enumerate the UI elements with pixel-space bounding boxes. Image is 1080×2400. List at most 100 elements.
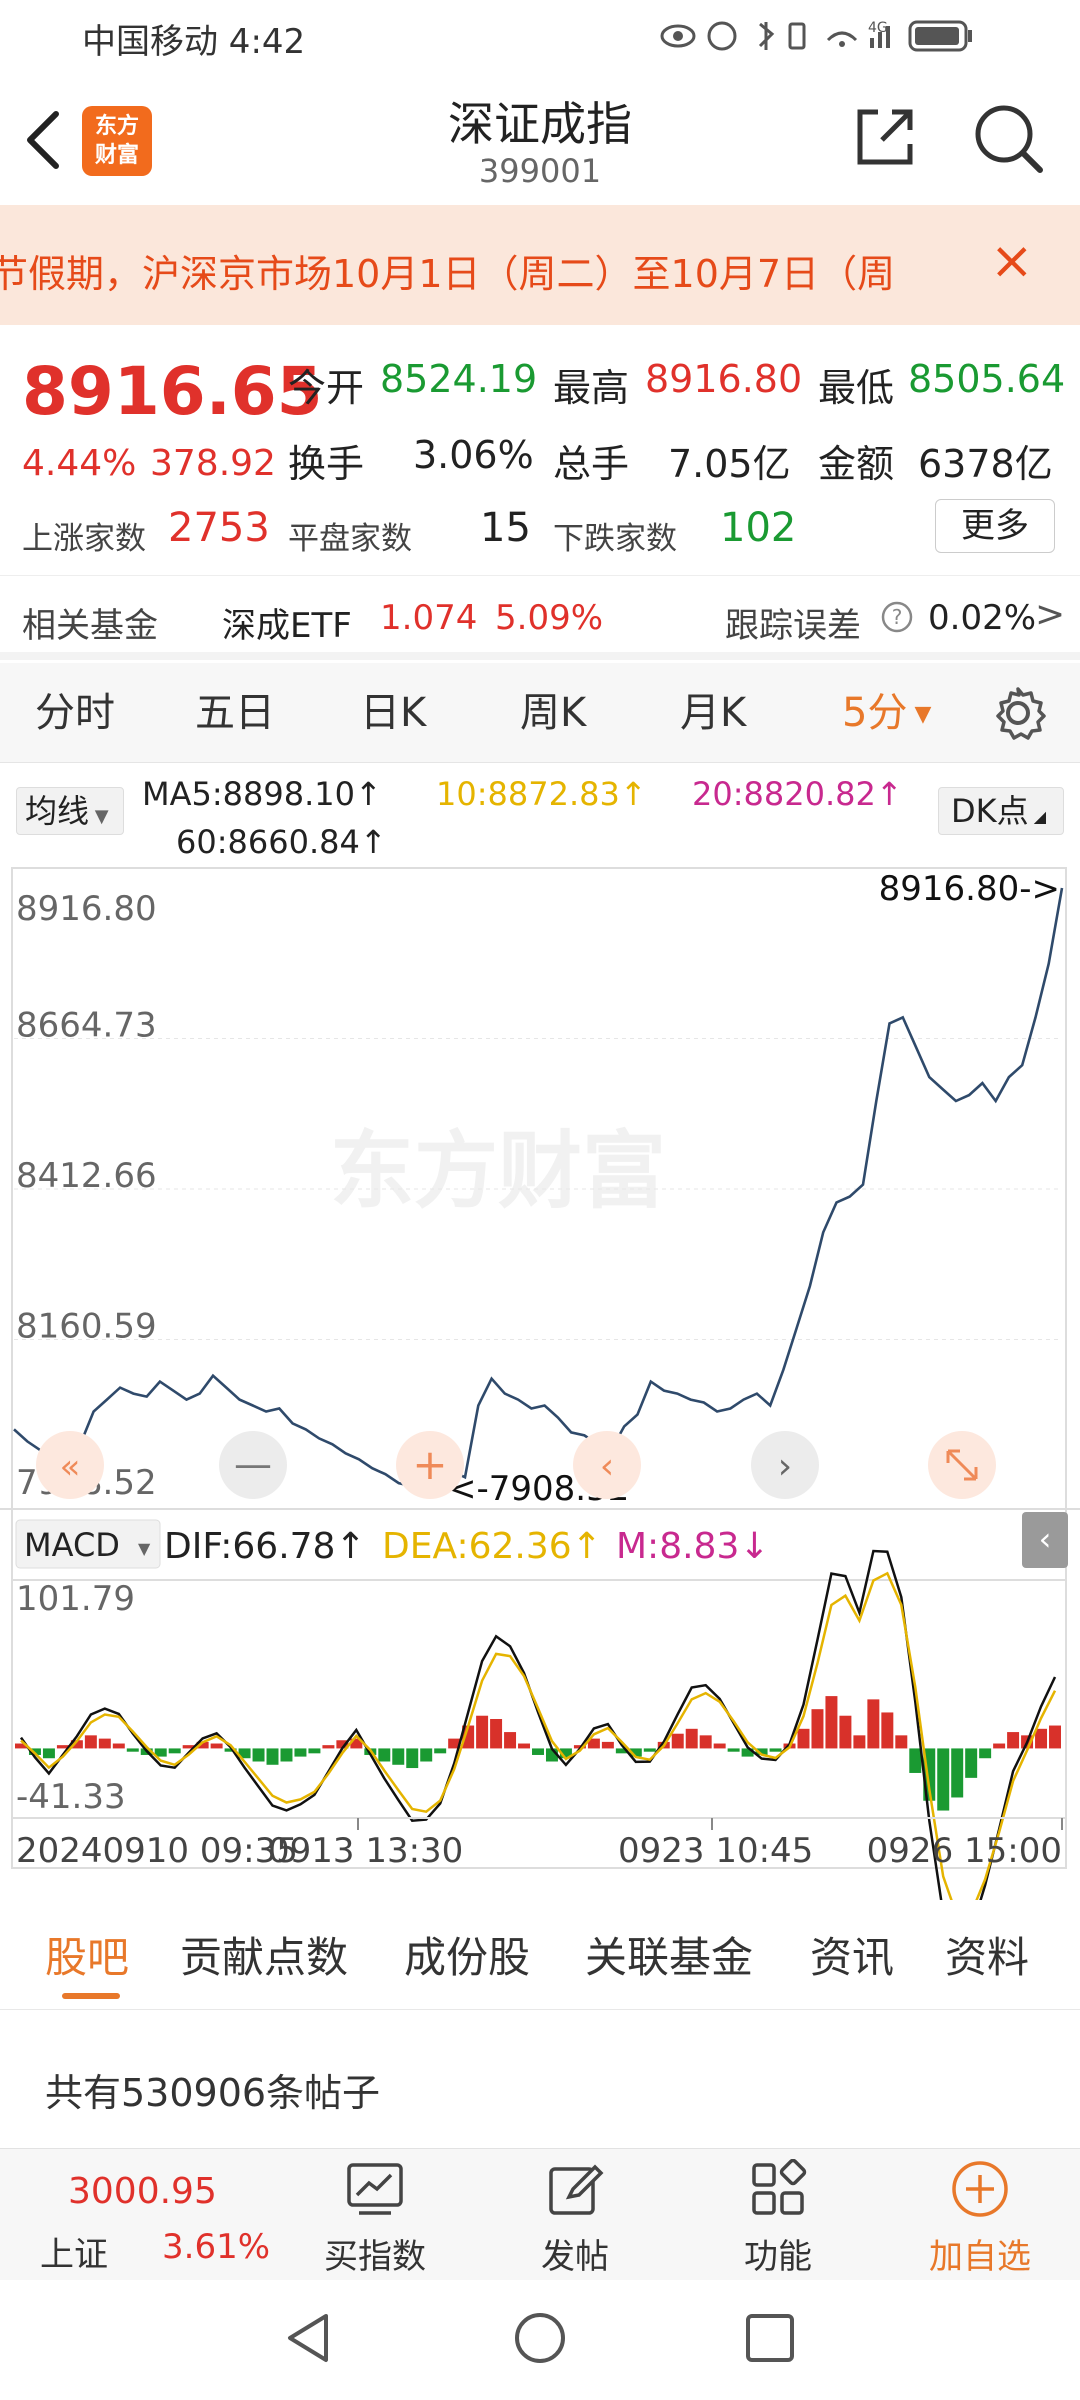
macd-bar [476,1715,489,1749]
carrier-time: 中国移动 4:42 [82,22,306,62]
tab-contribution[interactable]: 贡献点数 [180,1905,348,2010]
grid-icon [752,2159,807,2215]
macd-bar [504,1732,517,1749]
y-tick-label: 8664.73 [16,1006,157,1046]
tab-news[interactable]: 资讯 [810,1905,894,2010]
turnover-rate-label: 换手 [288,442,365,486]
volume-label: 总手 [553,442,630,486]
macd-bar [909,1748,922,1773]
logo-text-top: 东方 [94,114,139,139]
macd-bar [280,1748,293,1762]
macd-bar [490,1718,503,1749]
status-bar: 中国移动 4:42 4G [0,0,1080,70]
tab-monthly-k[interactable]: 月K [680,663,746,763]
back-nav-icon[interactable] [280,2308,340,2368]
macd-bar [867,1699,880,1749]
high-label: 最高 [553,366,630,410]
macd-bar [811,1709,824,1749]
close-icon[interactable]: × [990,231,1034,291]
back-icon[interactable] [22,108,66,172]
svg-text:?: ? [892,605,903,629]
buy-index-label: 买指数 [324,2237,426,2277]
more-button[interactable]: 更多 [935,499,1055,553]
double-left-icon: « [60,1447,81,1487]
x-tick-label: 0926 15:00 [867,1831,1062,1871]
low-value: 8505.64 [908,357,1066,401]
tab-related-funds[interactable]: 关联基金 [585,1905,753,2010]
macd-bar [1035,1728,1048,1749]
macd-bar [993,1743,1006,1749]
functions-button[interactable]: 功能 [688,2149,868,2281]
macd-bar [84,1735,97,1749]
macd-bar [322,1745,335,1749]
macd-bar [434,1748,447,1754]
macd-selector-label: MACD [24,1526,120,1564]
macd-bar [532,1748,544,1755]
macd-bar [518,1743,531,1749]
watermark: 东方财富 [330,1122,666,1220]
macd-bar [406,1748,419,1769]
add-watchlist-label: 加自选 [929,2237,1031,2277]
macd-bar [853,1735,866,1749]
macd-m: M:8.83↓ [616,1526,770,1567]
tab-profile[interactable]: 资料 [945,1905,1029,2010]
minus-icon: — [234,1442,272,1486]
macd-dea: DEA:62.36↑ [382,1526,602,1567]
macd-bar [797,1728,810,1749]
buy-index-button[interactable]: 买指数 [285,2149,465,2281]
add-watchlist-button[interactable]: 加自选 [890,2149,1070,2281]
flat-count: 15 [480,505,531,551]
corner-icon: ◢ [1028,807,1047,826]
tab-weekly-k[interactable]: 周K [520,663,586,763]
up-count: 2753 [168,505,270,551]
macd-bar [937,1748,950,1811]
macd-bar [881,1712,894,1749]
tab-five-day[interactable]: 五日 [195,663,275,763]
current-price: 8916.65 [22,353,323,430]
post-label: 发帖 [541,2237,609,2277]
macd-bar [699,1735,712,1749]
macd-bar [727,1748,740,1752]
tab-constituents[interactable]: 成份股 [404,1905,530,2010]
fund-name: 深成ETF [222,606,352,646]
notice-text: 节假期，沪深京市场10月1日（周二）至10月7日（周 [0,252,896,296]
settings-icon[interactable] [990,685,1046,741]
share-icon[interactable] [852,104,918,170]
chart-icon [347,2163,403,2215]
search-icon[interactable] [972,102,1044,174]
down-count: 102 [720,505,797,551]
post-button[interactable]: 发帖 [485,2149,665,2281]
tab-daily-k[interactable]: 日K [360,663,426,763]
amount-value: 6378亿 [918,442,1053,486]
chevron-right-icon[interactable]: > [1035,594,1065,635]
macd-bar [601,1741,614,1749]
tab-intraday[interactable]: 分时 [35,663,115,763]
related-fund-row[interactable]: 相关基金 深成ETF 1.074 5.09% 跟踪误差 ? 0.02% > [0,575,1080,660]
ma20-value: 20:8820.82↑ [692,775,903,813]
dk-point-button[interactable]: DK点 ◢ [938,787,1064,835]
y-tick-label: 8160.59 [16,1307,157,1347]
index-code: 399001 [478,152,602,190]
tab-5min[interactable]: 5分 ▼ [842,663,931,763]
ma-selector[interactable]: 均线 ▼ [16,787,124,835]
macd-bar [98,1738,111,1749]
help-icon[interactable]: ? [880,600,914,634]
app-logo: 东方 财富 [82,106,152,176]
change-pct: 4.44% [22,443,137,484]
down-count-label: 下跌家数 [553,521,677,557]
macd-dif: DIF:66.78↑ [164,1526,366,1567]
dk-point-label: DK点 [951,792,1029,830]
low-label: 最低 [818,366,895,410]
x-tick-label: 20240910 09:35 [16,1831,298,1871]
price-chart[interactable]: 东方财富 8916.808664.738412.668160.597908.52… [0,860,1080,1900]
shanghai-index-widget[interactable]: 3000.95 上证 3.61% [0,2149,290,2281]
index-pct: 3.61% [162,2227,271,2267]
home-nav-icon[interactable] [510,2308,570,2368]
ma-legend: 均线 ▼ MA5:8898.10↑ 10:8872.83↑ 20:8820.82… [0,765,1080,865]
macd-bar [252,1748,265,1762]
macd-bar [895,1735,908,1749]
recents-nav-icon[interactable] [740,2308,800,2368]
macd-bar [42,1748,55,1759]
holiday-notice: 节假期，沪深京市场10月1日（周二）至10月7日（周 × [0,205,1080,325]
macd-bar [378,1748,391,1762]
